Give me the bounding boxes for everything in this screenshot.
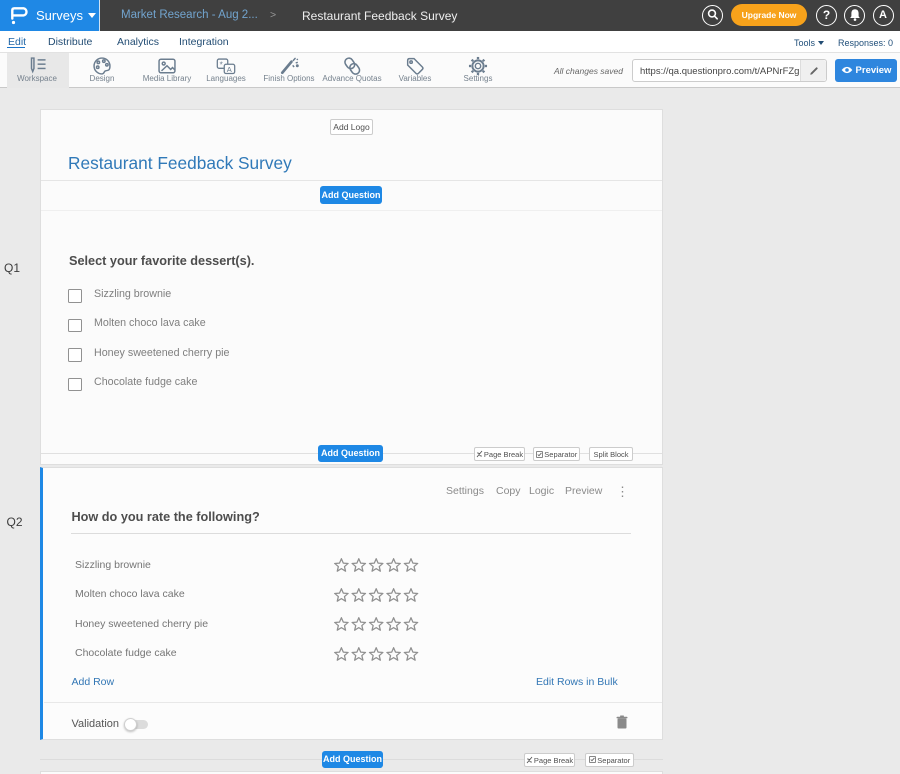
svg-text:A: A: [227, 64, 232, 73]
